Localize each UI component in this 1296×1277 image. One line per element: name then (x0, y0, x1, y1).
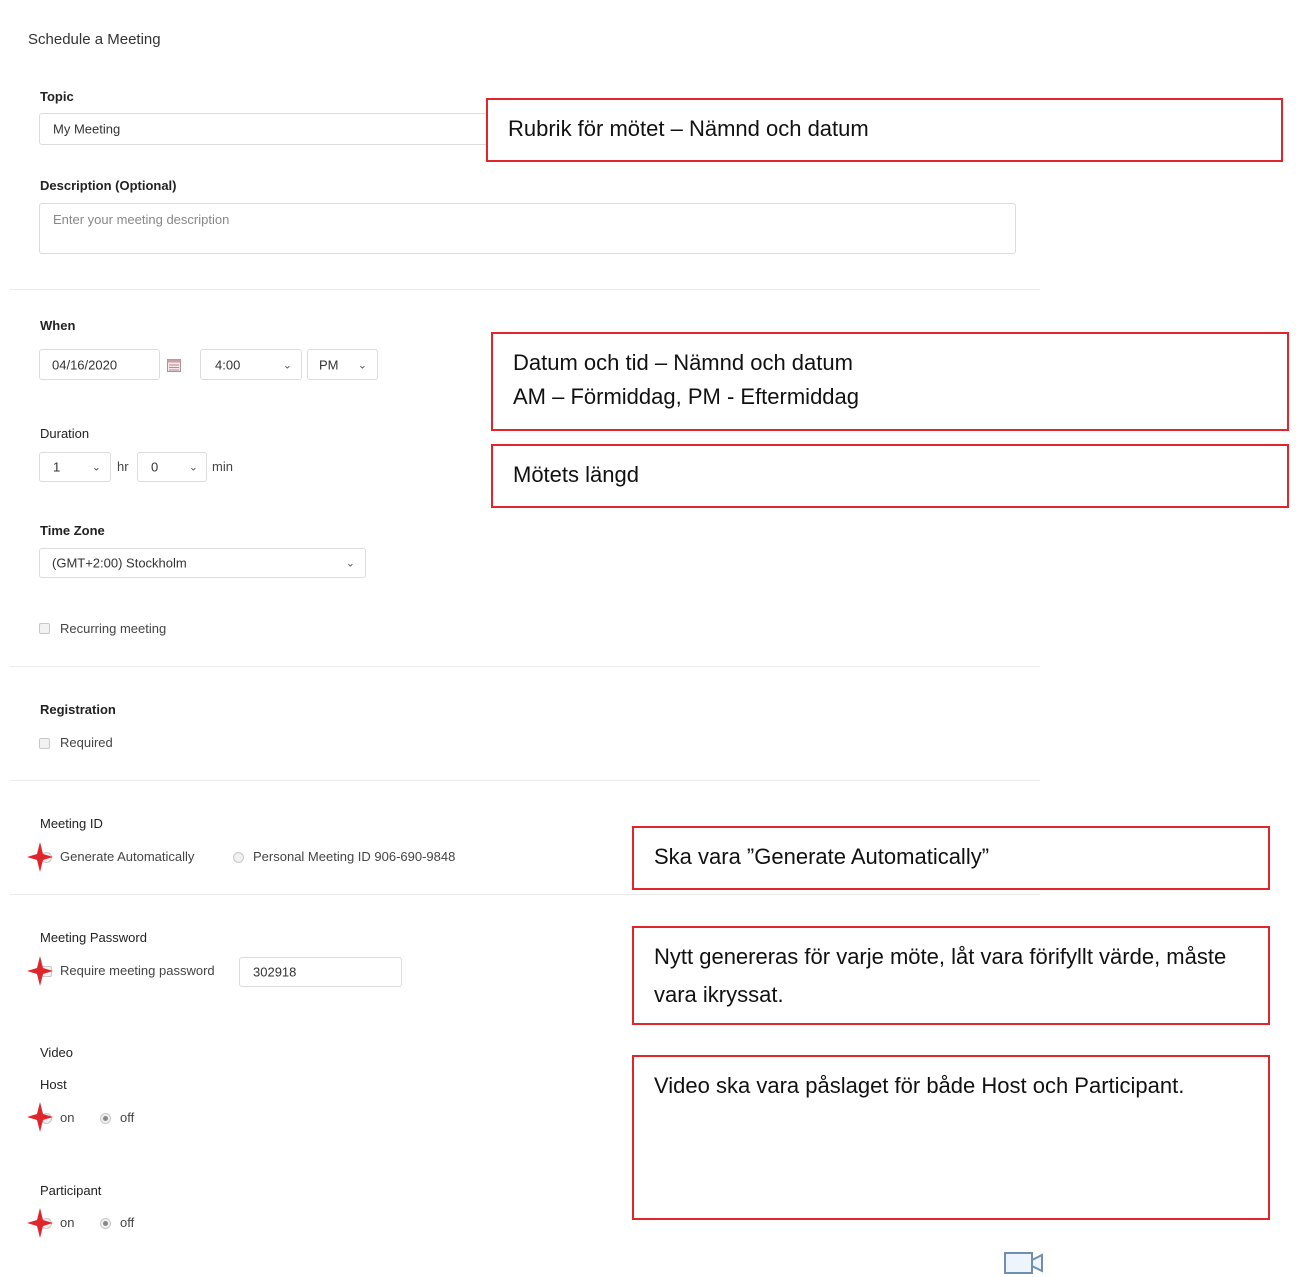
personal-meeting-id-label: Personal Meeting ID 906-690-9848 (253, 849, 456, 864)
ampm-select[interactable]: PM ⌄ (307, 349, 378, 380)
callout-meeting-id: Ska vara ”Generate Automatically” (632, 826, 1270, 890)
red-star-marker-icon (27, 1102, 53, 1132)
hr-label: hr (117, 459, 129, 474)
callout-duration-text: Mötets längd (513, 462, 639, 487)
chevron-down-icon: ⌄ (91, 461, 101, 474)
min-label: min (212, 459, 233, 474)
timezone-label: Time Zone (40, 523, 105, 538)
chevron-down-icon: ⌄ (345, 557, 355, 570)
callout-topic-text: Rubrik för mötet – Nämnd och datum (508, 116, 869, 141)
chevron-down-icon: ⌄ (357, 359, 367, 371)
host-video-off-label: off (120, 1110, 135, 1125)
divider (10, 289, 1040, 290)
callout-when-line2: AM – Förmiddag, PM - Eftermiddag (513, 384, 860, 409)
topic-input[interactable]: My Meeting (39, 113, 499, 145)
divider (10, 666, 1040, 667)
password-value: 302918 (253, 964, 297, 980)
chevron-down-icon: ⌄ (188, 461, 198, 474)
registration-required-label: Required (60, 735, 113, 750)
registration-required-checkbox[interactable] (39, 738, 50, 749)
description-placeholder: Enter your meeting description (53, 212, 230, 227)
callout-duration: Mötets längd (491, 444, 1289, 508)
duration-hours-select[interactable]: 1 ⌄ (39, 452, 111, 482)
personal-meeting-id-radio[interactable] (233, 852, 244, 863)
page-title: Schedule a Meeting (28, 31, 161, 48)
timezone-value: (GMT+2:00) Stockholm (52, 555, 187, 571)
require-password-label: Require meeting password (60, 963, 215, 978)
meeting-id-label: Meeting ID (40, 816, 103, 831)
duration-minutes-value: 0 (151, 459, 159, 475)
video-host-label: Host (40, 1077, 67, 1092)
video-participant-label: Participant (40, 1183, 102, 1198)
topic-label: Topic (40, 89, 74, 104)
video-label: Video (40, 1045, 74, 1060)
ampm-value: PM (319, 357, 339, 372)
duration-hours-value: 1 (53, 459, 61, 475)
divider (10, 894, 1040, 895)
participant-video-on-label: on (60, 1215, 75, 1230)
video-icon (1004, 1252, 1043, 1274)
callout-when-line1: Datum och tid – Nämnd och datum (513, 350, 853, 375)
callout-password-text: Nytt genereras för varje möte, låt vara … (654, 944, 1227, 1007)
description-label: Description (Optional) (40, 178, 177, 193)
time-select[interactable]: 4:00 ⌄ (200, 349, 302, 380)
when-label: When (40, 318, 76, 333)
duration-label: Duration (40, 426, 90, 441)
red-star-marker-icon (27, 1208, 53, 1238)
callout-when: Datum och tid – Nämnd och datum AM – För… (491, 332, 1289, 431)
host-video-off-radio[interactable] (100, 1113, 111, 1124)
participant-video-off-radio[interactable] (100, 1218, 111, 1229)
date-input[interactable]: 04/16/2020 (39, 349, 160, 380)
registration-label: Registration (40, 702, 116, 717)
host-video-on-label: on (60, 1110, 75, 1125)
meeting-password-label: Meeting Password (40, 930, 147, 945)
callout-meeting-id-text: Ska vara ”Generate Automatically” (654, 844, 990, 869)
divider (10, 780, 1040, 781)
duration-minutes-select[interactable]: 0 ⌄ (137, 452, 207, 482)
time-value: 4:00 (215, 357, 241, 372)
participant-video-off-label: off (120, 1215, 135, 1230)
callout-topic: Rubrik för mötet – Nämnd och datum (486, 98, 1283, 162)
topic-value: My Meeting (53, 121, 121, 137)
recurring-checkbox[interactable] (39, 623, 50, 634)
red-star-marker-icon (27, 842, 53, 872)
timezone-select[interactable]: (GMT+2:00) Stockholm ⌄ (39, 548, 366, 578)
date-value: 04/16/2020 (52, 357, 118, 372)
description-textarea[interactable]: Enter your meeting description (39, 203, 1016, 254)
callout-video: Video ska vara påslaget för både Host oc… (632, 1055, 1270, 1220)
generate-automatically-label: Generate Automatically (60, 849, 195, 864)
password-input[interactable]: 302918 (239, 957, 402, 987)
calendar-icon[interactable] (167, 359, 181, 372)
red-star-marker-icon (27, 956, 53, 986)
callout-video-text: Video ska vara påslaget för både Host oc… (654, 1073, 1185, 1098)
callout-password: Nytt genereras för varje möte, låt vara … (632, 926, 1270, 1025)
recurring-label: Recurring meeting (60, 621, 167, 636)
chevron-down-icon: ⌄ (282, 359, 292, 371)
